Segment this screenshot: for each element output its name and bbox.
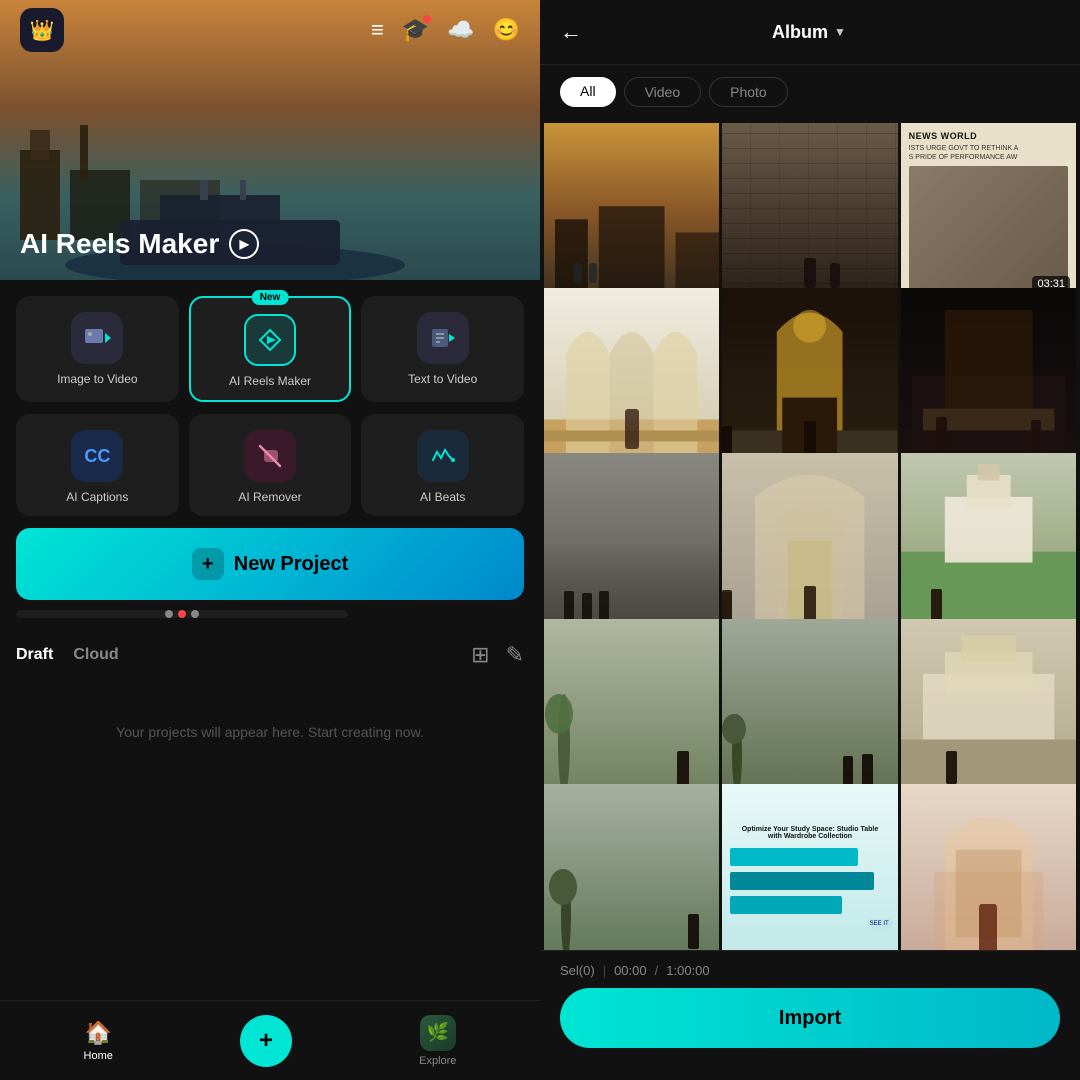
more-options-button[interactable] bbox=[16, 610, 348, 618]
left-panel: 👑 ≡ 🎓 ☁️ 😊 AI Reels Maker ▶ bbox=[0, 0, 540, 1080]
new-badge: New bbox=[252, 290, 289, 305]
time-limit: 1:00:00 bbox=[666, 963, 709, 978]
hero-image: 👑 ≡ 🎓 ☁️ 😊 AI Reels Maker ▶ bbox=[0, 0, 540, 280]
filter-photo[interactable]: Photo bbox=[709, 77, 788, 107]
tool-label-ai-reels: AI Reels Maker bbox=[229, 374, 311, 388]
dot2-red bbox=[178, 610, 186, 618]
photo-cell-7[interactable] bbox=[544, 453, 719, 628]
photo-cell-1[interactable] bbox=[544, 123, 719, 298]
dot1 bbox=[165, 610, 173, 618]
album-title: Album ▼ bbox=[598, 22, 1020, 43]
import-button[interactable]: Import bbox=[560, 988, 1060, 1048]
photo-cell-14[interactable]: Optimize Your Study Space: Studio Tablew… bbox=[722, 784, 897, 950]
plus-icon: + bbox=[192, 548, 224, 580]
image-to-video-icon bbox=[71, 312, 123, 364]
tool-label-ai-captions: AI Captions bbox=[66, 490, 128, 504]
photo-cell-8[interactable] bbox=[722, 453, 897, 628]
photo-cell-3[interactable]: NEWS WORLD ISTS URGE GOVT TO RETHINK AS … bbox=[901, 123, 1076, 298]
ai-reels-icon bbox=[244, 314, 296, 366]
tool-label-text-to-video: Text to Video bbox=[408, 372, 477, 386]
grid-view-icon[interactable]: ⊞ bbox=[471, 642, 489, 668]
tabs-left: Draft Cloud bbox=[16, 646, 119, 664]
album-header: ← Album ▼ bbox=[540, 0, 1080, 65]
photo-cell-13[interactable] bbox=[544, 784, 719, 950]
tool-ai-captions[interactable]: CC AI Captions bbox=[16, 414, 179, 516]
photo-cell-9[interactable] bbox=[901, 453, 1076, 628]
album-chevron-icon: ▼ bbox=[834, 25, 846, 39]
emoji-icon[interactable]: 😊 bbox=[493, 17, 520, 43]
bottom-tools-row: CC AI Captions AI Remover AI Beats bbox=[16, 414, 524, 516]
empty-state-text: Your projects will appear here. Start cr… bbox=[116, 724, 424, 740]
tool-ai-reels-maker[interactable]: New AI Reels Maker bbox=[189, 296, 352, 402]
tool-ai-beats[interactable]: AI Beats bbox=[361, 414, 524, 516]
photo-cell-6[interactable] bbox=[901, 288, 1076, 463]
photo-cell-15[interactable] bbox=[901, 784, 1076, 950]
menu-icon[interactable]: ≡ bbox=[371, 17, 384, 43]
import-label: Import bbox=[779, 1007, 841, 1030]
tools-grid: Image to Video New AI Reels Maker Text t… bbox=[16, 296, 524, 402]
right-panel: ← Album ▼ All Video Photo bbox=[540, 0, 1080, 1080]
news-image: NEWS WORLD ISTS URGE GOVT TO RETHINK AS … bbox=[901, 123, 1076, 298]
ai-remover-icon bbox=[244, 430, 296, 482]
tool-text-to-video[interactable]: Text to Video bbox=[361, 296, 524, 402]
explore-icon: 🌿 bbox=[420, 1015, 456, 1051]
photo-cell-2[interactable] bbox=[722, 123, 897, 298]
text-to-video-icon bbox=[417, 312, 469, 364]
nav-home[interactable]: 🏠 Home bbox=[84, 1020, 113, 1062]
photo-cell-11[interactable] bbox=[722, 619, 897, 794]
time-current: 00:00 bbox=[614, 963, 647, 978]
tool-ai-remover[interactable]: AI Remover bbox=[189, 414, 352, 516]
content-area: Image to Video New AI Reels Maker Text t… bbox=[0, 280, 540, 1000]
dots-icon bbox=[165, 610, 199, 618]
tab-draft[interactable]: Draft bbox=[16, 646, 53, 664]
new-project-button[interactable]: + New Project bbox=[16, 528, 524, 600]
tab-cloud[interactable]: Cloud bbox=[73, 646, 118, 664]
dot3 bbox=[191, 610, 199, 618]
photo-cell-12[interactable] bbox=[901, 619, 1076, 794]
graduation-icon[interactable]: 🎓 bbox=[402, 17, 429, 43]
nav-explore[interactable]: 🌿 Explore bbox=[419, 1015, 456, 1067]
photo-cell-5[interactable] bbox=[722, 288, 897, 463]
filter-tabs: All Video Photo bbox=[540, 65, 1080, 119]
empty-state: Your projects will appear here. Start cr… bbox=[16, 684, 524, 780]
hero-title: AI Reels Maker ▶ bbox=[20, 228, 259, 260]
crown-icon[interactable]: 👑 bbox=[20, 8, 64, 52]
tool-label-image-to-video: Image to Video bbox=[57, 372, 138, 386]
sel-count: Sel(0) bbox=[560, 963, 595, 978]
nav-add-button[interactable]: + bbox=[240, 1015, 292, 1067]
play-circle-icon[interactable]: ▶ bbox=[229, 229, 259, 259]
nav-explore-label: Explore bbox=[419, 1055, 456, 1067]
ai-captions-icon: CC bbox=[71, 430, 123, 482]
tool-image-to-video[interactable]: Image to Video bbox=[16, 296, 179, 402]
edit-icon[interactable]: ✎ bbox=[506, 642, 524, 668]
tabs-right: ⊞ ✎ bbox=[471, 642, 524, 668]
action-row: + New Project bbox=[16, 528, 524, 618]
photo-cell-4[interactable] bbox=[544, 288, 719, 463]
photo-grid: NEWS WORLD ISTS URGE GOVT TO RETHINK AS … bbox=[540, 119, 1080, 950]
new-project-label: New Project bbox=[234, 553, 348, 576]
tabs-row: Draft Cloud ⊞ ✎ bbox=[16, 634, 524, 676]
photo-cell-10[interactable] bbox=[544, 619, 719, 794]
tool-label-ai-remover: AI Remover bbox=[238, 490, 301, 504]
ai-beats-icon bbox=[417, 430, 469, 482]
shelf-image: Optimize Your Study Space: Studio Tablew… bbox=[722, 784, 897, 950]
home-icon: 🏠 bbox=[85, 1020, 112, 1046]
bottom-nav: 🏠 Home + 🌿 Explore bbox=[0, 1000, 540, 1080]
tool-label-ai-beats: AI Beats bbox=[420, 490, 465, 504]
album-footer: Sel(0) | 00:00 / 1:00:00 Import bbox=[540, 950, 1080, 1080]
notification-dot bbox=[423, 15, 431, 23]
top-bar: 👑 ≡ 🎓 ☁️ 😊 bbox=[0, 0, 540, 60]
back-button[interactable]: ← bbox=[560, 19, 582, 45]
cloud-icon[interactable]: ☁️ bbox=[447, 17, 474, 43]
hero-title-area: AI Reels Maker ▶ bbox=[20, 228, 259, 260]
filter-video[interactable]: Video bbox=[624, 77, 702, 107]
sel-info: Sel(0) | 00:00 / 1:00:00 bbox=[560, 963, 1060, 978]
top-icons: ≡ 🎓 ☁️ 😊 bbox=[371, 17, 520, 43]
filter-all[interactable]: All bbox=[560, 77, 616, 107]
nav-home-label: Home bbox=[84, 1050, 113, 1062]
